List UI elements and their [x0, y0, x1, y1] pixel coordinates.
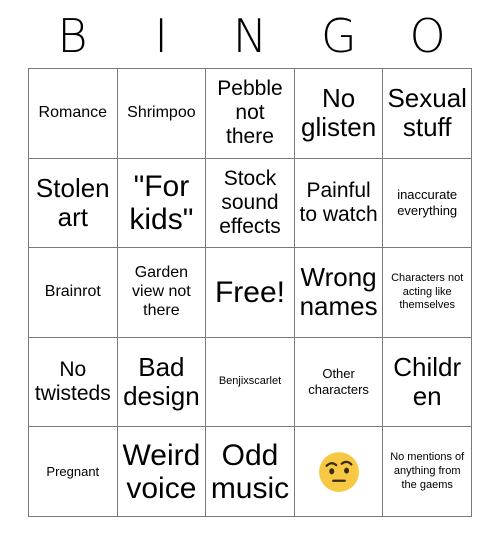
bingo-cell-label: Odd music [210, 438, 290, 505]
bingo-cell-label: Free! [214, 275, 285, 309]
bingo-cell[interactable]: Weird voice [117, 427, 207, 517]
bingo-cell[interactable]: "For kids" [117, 158, 207, 249]
raised-eyebrow-face-icon [317, 450, 361, 494]
bingo-cell-label: No glisten [301, 83, 377, 143]
bingo-header: B I N G O [28, 8, 472, 66]
bingo-cell[interactable]: Stock sound effects [206, 158, 295, 249]
bingo-cell-emoji[interactable] [294, 427, 384, 517]
bingo-cell[interactable]: Painful to watch [294, 158, 384, 249]
bingo-cell[interactable]: Pebble not there [206, 69, 295, 159]
bingo-cell-label: Pebble not there [217, 77, 283, 149]
bingo-card: B I N G O Romance Shrimpoo Pebble not ther… [0, 0, 500, 544]
bingo-cell[interactable]: Brainrot [29, 248, 118, 338]
bingo-cell-label: Painful to watch [299, 178, 378, 226]
header-letter-n: N [232, 9, 268, 63]
bingo-cell[interactable]: Stolen art [29, 158, 118, 249]
bingo-cell[interactable]: Characters not acting like themselves [383, 248, 472, 338]
bingo-cell[interactable]: Other characters [294, 337, 384, 428]
bingo-cell-label: Pregnant [46, 463, 100, 479]
bingo-cell-label: "For kids" [129, 169, 194, 236]
bingo-cell-label: Shrimpoo [127, 103, 196, 121]
bingo-cell-label: No mentions of anything from the gaems [390, 451, 465, 491]
bingo-cell-label: No twisteds [34, 358, 111, 406]
bingo-cell[interactable]: Garden view not there [117, 248, 207, 338]
bingo-cell-label: Stolen art [35, 172, 110, 232]
bingo-cell[interactable]: Romance [29, 69, 118, 159]
bingo-cell-label: Brainrot [44, 283, 101, 301]
bingo-cell[interactable]: No mentions of anything from the gaems [383, 427, 472, 517]
bingo-cell-label: Stock sound effects [219, 166, 281, 238]
bingo-cell[interactable]: Benjixscarlet [206, 337, 295, 428]
bingo-cell[interactable]: Children [383, 337, 472, 428]
header-letter-i: I [154, 9, 168, 63]
bingo-cell-label: Romance [38, 103, 108, 121]
bingo-cell[interactable]: Odd music [206, 427, 295, 517]
bingo-cell-label: Characters not acting like themselves [391, 271, 464, 312]
bingo-cell-label: Benjixscarlet [218, 375, 282, 388]
bingo-cell[interactable]: Shrimpoo [117, 69, 207, 159]
bingo-cell[interactable]: No glisten [294, 69, 384, 159]
bingo-cell[interactable]: Sexual stuff [383, 69, 472, 159]
bingo-cell[interactable]: Wrong names [294, 248, 384, 338]
bingo-cell[interactable]: No twisteds [29, 337, 118, 428]
bingo-cell-label: Other characters [308, 366, 369, 398]
bingo-cell-label: Children [393, 351, 462, 412]
bingo-cell[interactable]: Bad design [117, 337, 207, 428]
bingo-cell-label: Bad design [123, 351, 200, 412]
bingo-cell-free-space[interactable]: Free! [206, 248, 295, 338]
bingo-cell-label: Sexual stuff [387, 83, 467, 143]
bingo-cell-label: Weird voice [122, 438, 201, 505]
bingo-cell[interactable]: inaccurate everything [383, 158, 472, 249]
bingo-cell-label: Garden view not there [132, 264, 191, 319]
bingo-cell-label: inaccurate everything [397, 187, 458, 218]
bingo-grid: Romance Shrimpoo Pebble not there No gliste… [28, 68, 472, 517]
header-letter-o: O [409, 9, 446, 63]
header-letter-g: G [320, 9, 357, 63]
bingo-cell-label: Wrong names [299, 262, 378, 322]
header-letter-b: B [57, 9, 88, 63]
bingo-cell[interactable]: Pregnant [29, 427, 118, 517]
